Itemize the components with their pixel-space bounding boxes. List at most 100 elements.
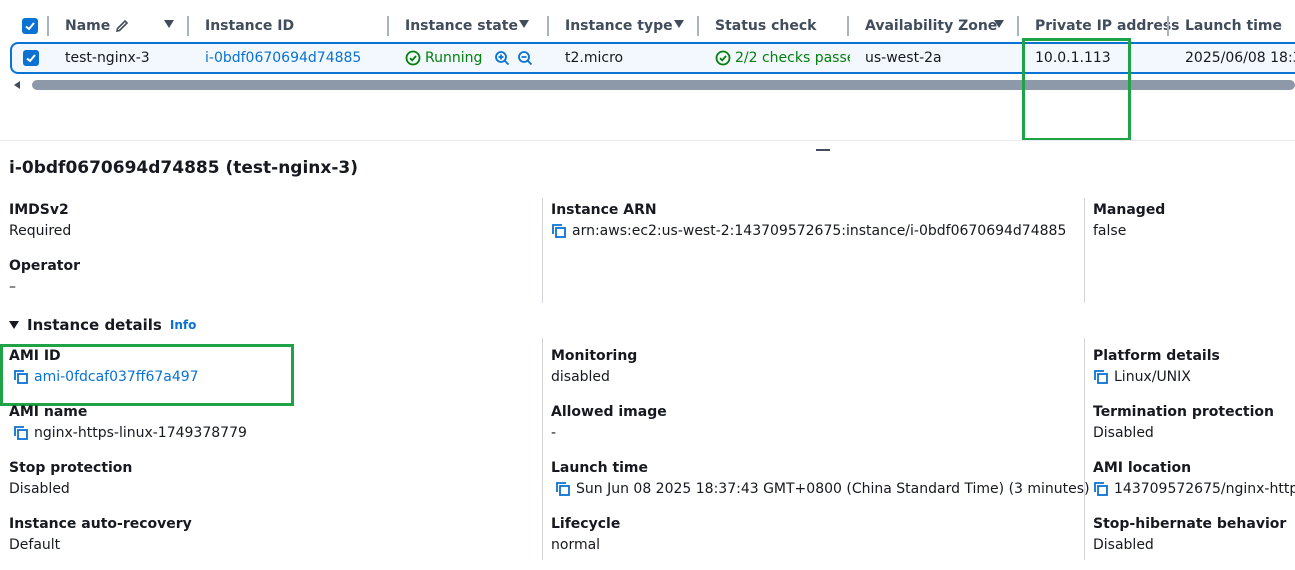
column-header-private-ip-label: Private IP address [1035,18,1180,34]
instance-state-label: Running [425,50,483,66]
field-value: Disabled [1093,537,1154,553]
column-header-status-check-label: Status check [715,18,817,34]
field-ami-name: AMI name nginx-https-linux-1749378779 [9,402,247,444]
field-label: Platform details [1093,348,1220,364]
column-header-instance-type[interactable]: Instance type [565,10,673,42]
select-all-checkbox[interactable] [22,18,38,34]
field-value: Disabled [9,481,70,497]
column-divider [1084,198,1085,303]
collapse-triangle-icon[interactable] [9,321,19,329]
copy-icon[interactable] [1093,369,1109,385]
pencil-icon[interactable] [114,18,130,34]
field-label: Instance ARN [551,202,657,218]
column-separator [1167,16,1169,36]
field-value: nginx-https-linux-1749378779 [34,425,247,441]
copy-icon[interactable] [551,223,567,239]
field-label: IMDSv2 [9,202,69,218]
info-link[interactable]: Info [170,318,196,332]
field-instance-auto-recovery: Instance auto-recovery Default [9,514,192,556]
field-value: – [9,279,16,295]
column-divider [542,338,543,560]
zoom-in-icon[interactable] [494,50,510,66]
field-label: AMI name [9,404,88,420]
column-header-launch-time[interactable]: Launch time [1185,10,1282,42]
column-separator [547,16,549,36]
section-title: Instance details [27,316,162,334]
field-value: normal [551,537,601,553]
field-label: Instance auto-recovery [9,516,192,532]
field-allowed-image: Allowed image - [551,402,667,444]
instance-details-title: i-0bdf0670694d74885 (test-nginx-3) [9,158,359,178]
sort-caret-icon[interactable] [164,20,174,28]
column-separator [847,16,849,36]
cell-availability-zone: us-west-2a [865,50,942,66]
column-header-availability-zone[interactable]: Availability Zone [865,10,997,42]
field-launch-time: Launch time Sun Jun 08 2025 18:37:43 GMT… [551,458,1090,500]
field-value: false [1093,223,1127,239]
row-checkbox[interactable] [23,50,39,66]
field-ami-location: AMI location 143709572675/nginx-https [1093,458,1295,500]
field-platform-details: Platform details Linux/UNIX [1093,346,1220,388]
field-managed: Managed false [1093,200,1165,242]
field-instance-arn: Instance ARN arn:aws:ec2:us-west-2:14370… [551,200,1066,242]
field-lifecycle: Lifecycle normal [551,514,620,556]
column-divider [542,198,543,303]
instance-details-section-header[interactable]: Instance details Info [9,316,196,334]
copy-icon[interactable] [555,481,571,497]
resize-handle[interactable] [816,149,830,151]
status-check-circle-icon [405,50,421,66]
column-divider [1084,338,1085,560]
field-termination-protection: Termination protection Disabled [1093,402,1274,444]
cell-instance-type: t2.micro [565,50,624,66]
field-operator: Operator – [9,256,80,298]
sort-caret-icon[interactable] [994,20,1004,28]
field-label: Termination protection [1093,404,1274,420]
cell-launch-time: 2025/06/08 18:3 [1185,50,1295,66]
field-imdsv2: IMDSv2 Required [9,200,71,242]
field-value: Linux/UNIX [1114,369,1191,385]
column-header-name[interactable]: Name [65,10,130,42]
field-value: Default [9,537,61,553]
field-value: Disabled [1093,425,1154,441]
column-separator [47,16,49,36]
column-separator [387,16,389,36]
cell-status-check: 2/2 checks passec [715,44,850,72]
sort-caret-icon[interactable] [519,20,529,28]
scroll-left-arrow-icon[interactable] [14,81,20,89]
status-check-label: 2/2 checks passec [735,50,850,66]
field-monitoring: Monitoring disabled [551,346,637,388]
highlight-box-ami-id [0,344,294,406]
column-header-launch-time-label: Launch time [1185,18,1283,34]
cell-instance-state: Running [405,44,533,72]
column-header-instance-id[interactable]: Instance ID [205,10,294,42]
field-value: 143709572675/nginx-https [1114,481,1295,497]
column-header-status-check[interactable]: Status check [715,10,816,42]
sort-caret-icon[interactable] [674,20,684,28]
column-separator [187,16,189,36]
field-label: Monitoring [551,348,638,364]
field-stop-protection: Stop protection Disabled [9,458,132,500]
column-header-instance-id-label: Instance ID [205,18,295,34]
column-header-instance-type-label: Instance type [565,18,673,34]
field-label: Managed [1093,202,1166,218]
field-value: arn:aws:ec2:us-west-2:143709572675:insta… [572,223,1067,239]
column-header-name-label: Name [65,18,111,34]
field-label: Launch time [551,460,649,476]
status-check-circle-icon [715,50,731,66]
field-label: Stop-hibernate behavior [1093,516,1287,532]
field-label: Allowed image [551,404,667,420]
column-header-instance-state-label: Instance state [405,18,518,34]
field-stop-hibernate-behavior: Stop-hibernate behavior Disabled [1093,514,1286,556]
copy-icon[interactable] [13,425,29,441]
instance-id-link[interactable]: i-0bdf0670694d74885 [205,44,361,72]
field-value: Required [9,223,72,239]
cell-name: test-nginx-3 [65,50,150,66]
field-label: Lifecycle [551,516,621,532]
copy-icon[interactable] [1093,481,1109,497]
field-label: AMI location [1093,460,1192,476]
field-label: Stop protection [9,460,133,476]
highlight-box-private-ip [1022,38,1131,141]
checkbox-checked-icon [25,22,35,31]
zoom-out-icon[interactable] [517,50,533,66]
column-header-instance-state[interactable]: Instance state [405,10,518,42]
